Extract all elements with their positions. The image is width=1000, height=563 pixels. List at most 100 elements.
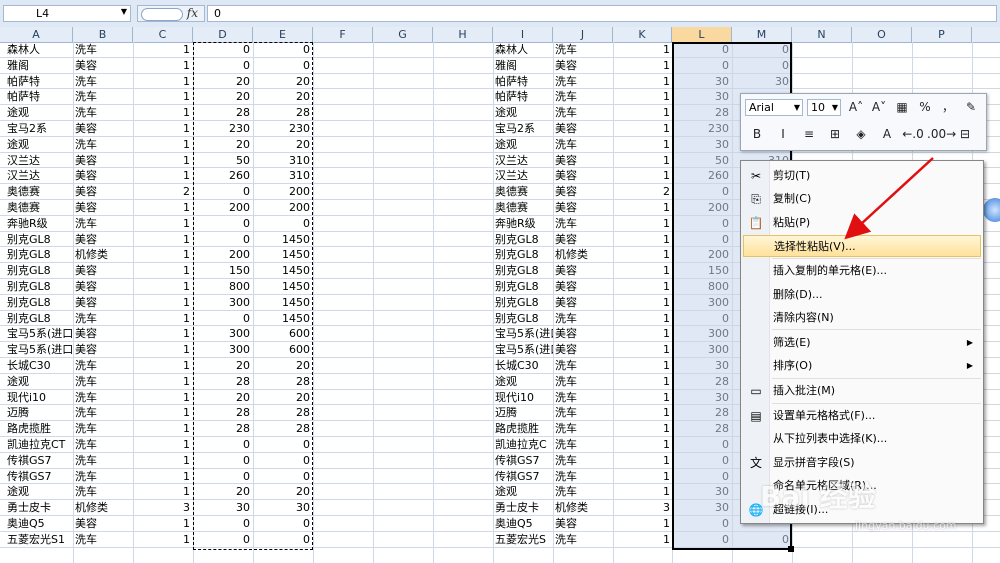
cell[interactable]: 美容 (553, 168, 613, 183)
cell[interactable]: 20 (193, 390, 253, 405)
menu-item-5[interactable]: 插入复制的单元格(E)... (743, 260, 981, 282)
cell[interactable]: 20 (253, 358, 313, 373)
cell[interactable]: 美容 (553, 263, 613, 278)
cell[interactable]: 宝马5系(进口 (5, 342, 73, 357)
cell[interactable]: 奔驰R级 (493, 216, 553, 231)
cell[interactable]: 长城C30 (493, 358, 553, 373)
cell[interactable]: 途观 (493, 374, 553, 389)
cell[interactable]: 途观 (493, 484, 553, 499)
cell[interactable]: 途观 (5, 105, 73, 120)
chevron-down-icon[interactable]: ▼ (121, 7, 127, 16)
cell[interactable]: 宝马2系 (5, 121, 73, 136)
font-name-select[interactable]: Arial ▼ (745, 99, 803, 116)
cell[interactable]: 别克GL8 (493, 311, 553, 326)
cell[interactable]: 美容 (73, 153, 133, 168)
cell[interactable]: 1 (133, 453, 193, 468)
cell[interactable]: 1 (613, 295, 673, 310)
column-header-l[interactable]: L (672, 27, 732, 42)
cell[interactable]: 美容 (73, 263, 133, 278)
cell[interactable]: 别克GL8 (493, 295, 553, 310)
cell[interactable]: 帕萨特 (493, 74, 553, 89)
cell[interactable]: 洗车 (73, 484, 133, 499)
cell[interactable]: 奥德赛 (493, 200, 553, 215)
column-header-n[interactable]: N (792, 27, 852, 42)
cell[interactable]: 洗车 (73, 453, 133, 468)
chevron-down-icon[interactable]: ▼ (832, 100, 838, 115)
cell[interactable]: 0 (672, 437, 732, 452)
cell[interactable]: 洗车 (73, 105, 133, 120)
cell[interactable]: 28 (672, 405, 732, 420)
cell[interactable]: 28 (672, 421, 732, 436)
cell[interactable]: 1 (613, 453, 673, 468)
cell[interactable]: 森林人 (493, 42, 553, 57)
column-header-o[interactable]: O (852, 27, 912, 42)
cell[interactable]: 洗车 (73, 137, 133, 152)
cell[interactable]: 1 (613, 311, 673, 326)
cell[interactable]: 0 (672, 184, 732, 199)
cell[interactable]: 1 (133, 58, 193, 73)
cell[interactable]: 美容 (553, 58, 613, 73)
cell[interactable]: 奥德赛 (5, 200, 73, 215)
cell[interactable]: 0 (253, 58, 313, 73)
cell[interactable]: 别克GL8 (493, 232, 553, 247)
cell[interactable]: 洗车 (553, 405, 613, 420)
cell[interactable]: 0 (672, 516, 732, 531)
cell[interactable]: 1 (613, 200, 673, 215)
cell[interactable]: 1 (133, 263, 193, 278)
column-header-p[interactable]: P (912, 27, 972, 42)
cell[interactable]: 帕萨特 (493, 89, 553, 104)
shrink-font-button[interactable]: A˅ (869, 99, 889, 116)
cell[interactable]: 1 (613, 42, 673, 57)
cell[interactable]: 30 (672, 484, 732, 499)
cell[interactable]: 30 (672, 74, 732, 89)
cell[interactable]: 美容 (553, 326, 613, 341)
cell[interactable]: 美容 (553, 200, 613, 215)
cell[interactable]: 30 (193, 500, 253, 515)
cell[interactable]: 洗车 (73, 405, 133, 420)
cell[interactable]: 宝马5系(进口 (5, 326, 73, 341)
cell[interactable]: 洗车 (73, 437, 133, 452)
cell[interactable]: 0 (672, 469, 732, 484)
cell[interactable]: 途观 (493, 137, 553, 152)
cell[interactable]: 传祺GS7 (5, 469, 73, 484)
cell[interactable]: 1 (613, 516, 673, 531)
cell[interactable]: 美容 (553, 121, 613, 136)
cell[interactable]: 1 (133, 484, 193, 499)
chevron-down-icon[interactable]: ▼ (794, 100, 800, 115)
cell[interactable]: 1 (133, 74, 193, 89)
cell[interactable]: 2 (613, 184, 673, 199)
cell[interactable]: 1 (133, 216, 193, 231)
font-color-button[interactable]: A (875, 126, 899, 143)
cell[interactable]: 1 (613, 232, 673, 247)
cell[interactable]: 奥迪Q5 (5, 516, 73, 531)
cell[interactable]: 0 (193, 232, 253, 247)
cell[interactable]: 途观 (493, 105, 553, 120)
fill-color-button[interactable]: ◈ (849, 126, 873, 143)
column-header-m[interactable]: M (732, 27, 792, 42)
cell[interactable]: 3 (613, 500, 673, 515)
cell[interactable]: 1 (613, 216, 673, 231)
cell[interactable]: 1 (133, 421, 193, 436)
cell[interactable]: 洗车 (553, 453, 613, 468)
cell[interactable]: 0 (672, 532, 732, 547)
cell[interactable]: 0 (672, 232, 732, 247)
cell[interactable]: 1 (613, 437, 673, 452)
cell[interactable]: 1 (613, 390, 673, 405)
cell[interactable]: 宝马2系 (493, 121, 553, 136)
menu-item-6[interactable]: 删除(D)... (743, 284, 981, 306)
cell[interactable]: 1 (133, 153, 193, 168)
cell[interactable]: 0 (672, 58, 732, 73)
cell[interactable]: 美容 (73, 184, 133, 199)
cell[interactable]: 美容 (73, 516, 133, 531)
menu-item-10[interactable]: ▭ 插入批注(M) (743, 380, 981, 402)
cell[interactable]: 20 (193, 74, 253, 89)
cell[interactable]: 600 (253, 326, 313, 341)
cell[interactable]: 1 (133, 516, 193, 531)
column-header-e[interactable]: E (253, 27, 313, 42)
cell[interactable]: 1 (613, 279, 673, 294)
cell[interactable]: 汉兰达 (5, 153, 73, 168)
cell[interactable]: 途观 (5, 484, 73, 499)
cell[interactable]: 奥德赛 (493, 184, 553, 199)
cell[interactable]: 0 (672, 216, 732, 231)
cell[interactable]: 230 (253, 121, 313, 136)
